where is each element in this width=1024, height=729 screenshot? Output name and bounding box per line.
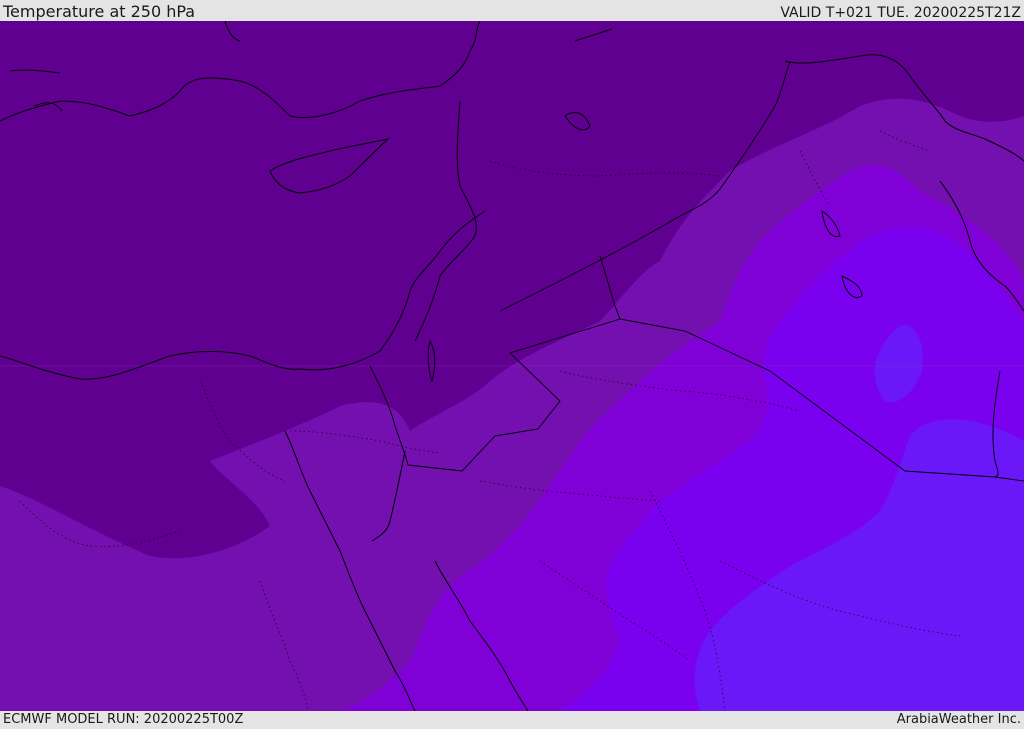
valid-time: VALID T+021 TUE. 20200225T21Z: [780, 5, 1021, 21]
map-title: Temperature at 250 hPa: [3, 2, 196, 21]
map-canvas: [0, 21, 1024, 711]
map-footer: ECMWF MODEL RUN: 20200225T00Z ArabiaWeat…: [0, 711, 1024, 729]
model-run-label: ECMWF MODEL RUN: 20200225T00Z: [3, 712, 244, 727]
credit-label: ArabiaWeather Inc.: [896, 712, 1021, 727]
map-header: Temperature at 250 hPa VALID T+021 TUE. …: [0, 0, 1024, 21]
temperature-map: [0, 21, 1024, 711]
